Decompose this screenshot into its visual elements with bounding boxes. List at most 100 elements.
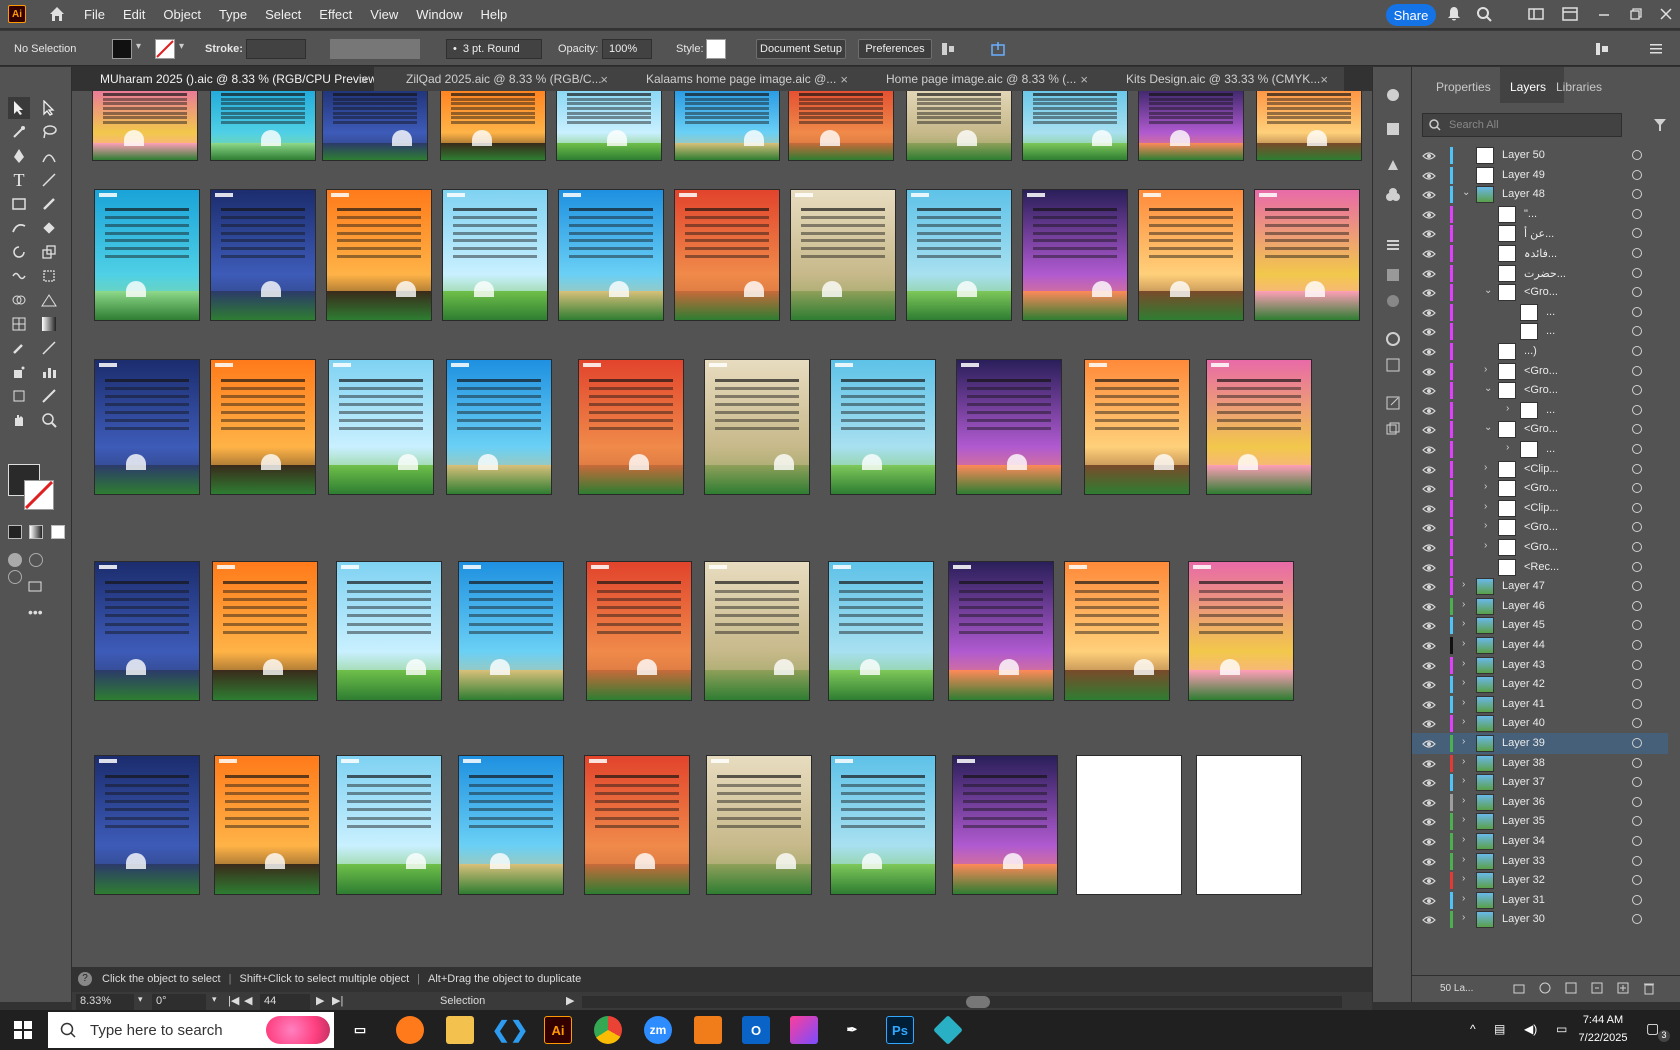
hamburger-menu-icon[interactable] xyxy=(1648,41,1664,57)
eye-icon[interactable] xyxy=(1422,620,1436,630)
target-circle-icon[interactable] xyxy=(1632,404,1642,415)
artboard-thumbnail[interactable] xyxy=(94,189,200,321)
target-circle-icon[interactable] xyxy=(1632,836,1642,846)
layer-row[interactable]: › <Clip... xyxy=(1412,459,1668,480)
artboard-thumbnail[interactable] xyxy=(558,189,664,321)
tab-libraries[interactable]: Libraries xyxy=(1556,80,1602,94)
chevron-down-icon[interactable]: ▾ xyxy=(212,994,217,1005)
chevron-right-icon[interactable]: › xyxy=(1462,912,1465,923)
menu-edit[interactable]: Edit xyxy=(123,7,145,22)
app-diamond-icon[interactable] xyxy=(933,1015,963,1045)
layer-row[interactable]: Layer 50 xyxy=(1412,145,1668,166)
chevron-right-icon[interactable]: › xyxy=(1462,834,1465,845)
chevron-up-icon[interactable]: ^ xyxy=(1470,1022,1476,1036)
eye-icon[interactable] xyxy=(1422,385,1436,395)
vscode-icon[interactable]: ❮❯ xyxy=(492,1016,529,1044)
layer-row[interactable]: › Layer 33 xyxy=(1412,851,1668,872)
menu-type[interactable]: Type xyxy=(219,7,247,22)
eye-icon[interactable] xyxy=(1422,150,1436,160)
eye-icon[interactable] xyxy=(1422,424,1436,434)
network-icon[interactable]: ▤ xyxy=(1494,1022,1505,1036)
eye-icon[interactable] xyxy=(1422,914,1436,924)
fill-swatch[interactable] xyxy=(112,39,132,59)
gradient-tool[interactable] xyxy=(38,313,60,335)
chevron-right-icon[interactable]: › xyxy=(1462,716,1465,727)
filter-icon[interactable] xyxy=(1652,117,1668,133)
chevron-right-icon[interactable]: › xyxy=(1484,540,1487,551)
eyedropper-tool[interactable] xyxy=(8,337,30,359)
chevron-right-icon[interactable]: › xyxy=(1462,677,1465,688)
target-circle-icon[interactable] xyxy=(1632,855,1642,866)
target-circle-icon[interactable] xyxy=(1632,718,1642,729)
layer-row[interactable]: › Layer 31 xyxy=(1412,890,1668,911)
menu-file[interactable]: File xyxy=(84,7,105,22)
chevron-right-icon[interactable]: › xyxy=(1506,403,1509,414)
zoom-app-icon[interactable]: zm xyxy=(644,1016,672,1044)
pen-app-icon[interactable]: ✒ xyxy=(838,1016,866,1044)
artboard-thumbnail[interactable] xyxy=(446,359,552,495)
artboard-thumbnail[interactable] xyxy=(674,189,780,321)
artboard-thumbnail[interactable] xyxy=(1138,91,1244,161)
target-circle-icon[interactable] xyxy=(1632,150,1642,160)
mesh-tool[interactable] xyxy=(8,313,30,335)
chevron-down-icon[interactable]: ▾ xyxy=(138,994,143,1005)
layer-row[interactable]: ...) xyxy=(1412,341,1668,362)
battery-icon[interactable]: ▭ xyxy=(1556,1022,1567,1036)
artboard-thumbnail[interactable] xyxy=(1022,189,1128,321)
target-circle-icon[interactable] xyxy=(1632,561,1642,572)
tab-layers[interactable]: Layers xyxy=(1510,80,1546,94)
eye-icon[interactable] xyxy=(1422,483,1436,493)
layer-row[interactable]: ... xyxy=(1412,302,1668,323)
layer-row[interactable]: ›... xyxy=(1412,400,1668,421)
pen-tool[interactable] xyxy=(8,145,30,167)
layer-row[interactable]: <Rec... xyxy=(1412,557,1668,578)
stroke-swatch[interactable] xyxy=(155,39,175,59)
artboard-thumbnail[interactable] xyxy=(952,755,1058,895)
rotation-input[interactable]: 0° xyxy=(152,994,206,1010)
layer-row[interactable]: › Layer 34 xyxy=(1412,831,1668,852)
eye-icon[interactable] xyxy=(1422,660,1436,670)
layer-row[interactable]: ›... xyxy=(1412,439,1668,460)
close-icon[interactable]: × xyxy=(600,72,608,87)
target-circle-icon[interactable] xyxy=(1632,169,1642,180)
target-circle-icon[interactable] xyxy=(1632,385,1642,396)
chevron-right-icon[interactable]: › xyxy=(1462,795,1465,806)
artboard-thumbnail[interactable] xyxy=(442,189,548,321)
eye-icon[interactable] xyxy=(1422,170,1436,180)
artboard-thumbnail[interactable] xyxy=(210,91,316,161)
target-circle-icon[interactable] xyxy=(1632,914,1642,925)
rotate-tool[interactable] xyxy=(8,241,30,263)
free-transform-tool[interactable] xyxy=(38,265,60,287)
eye-icon[interactable] xyxy=(1422,895,1436,905)
target-circle-icon[interactable] xyxy=(1632,542,1642,552)
task-view-icon[interactable]: ▭ xyxy=(346,1016,374,1044)
layer-row[interactable]: ⌄ <Gro... xyxy=(1412,419,1668,440)
locate-object-icon[interactable] xyxy=(1538,981,1552,995)
layer-row[interactable]: › Layer 36 xyxy=(1412,792,1668,813)
blender-icon[interactable] xyxy=(694,1016,722,1044)
target-circle-icon[interactable] xyxy=(1632,483,1642,494)
eye-icon[interactable] xyxy=(1422,836,1436,846)
eye-icon[interactable] xyxy=(1422,679,1436,689)
transparency-icon[interactable] xyxy=(1385,293,1401,309)
slice-tool[interactable] xyxy=(38,385,60,407)
paintbrush-tool[interactable] xyxy=(38,193,60,215)
creative-cloud-icon[interactable] xyxy=(790,1016,818,1044)
artboard-thumbnail[interactable] xyxy=(706,755,812,895)
tab-zilqad[interactable]: ZilQad 2025.aic @ 8.33 % (RGB/C... × xyxy=(378,67,614,91)
layer-row[interactable]: › Layer 38 xyxy=(1412,753,1668,774)
target-circle-icon[interactable] xyxy=(1632,208,1642,219)
target-circle-icon[interactable] xyxy=(1632,463,1642,474)
target-circle-icon[interactable] xyxy=(1632,267,1642,278)
menu-view[interactable]: View xyxy=(370,7,398,22)
artboard-thumbnail[interactable] xyxy=(1084,359,1190,495)
artboard-thumbnail[interactable] xyxy=(336,755,442,895)
target-circle-icon[interactable] xyxy=(1632,189,1642,200)
color-mode-buttons[interactable] xyxy=(8,525,68,541)
artboard-canvas[interactable] xyxy=(72,91,1372,967)
target-circle-icon[interactable] xyxy=(1632,248,1642,258)
layer-row[interactable]: › Layer 45 xyxy=(1412,615,1668,636)
warp-tool[interactable] xyxy=(8,265,30,287)
chevron-right-icon[interactable]: › xyxy=(1462,599,1465,610)
draw-mode-buttons[interactable] xyxy=(8,553,62,584)
